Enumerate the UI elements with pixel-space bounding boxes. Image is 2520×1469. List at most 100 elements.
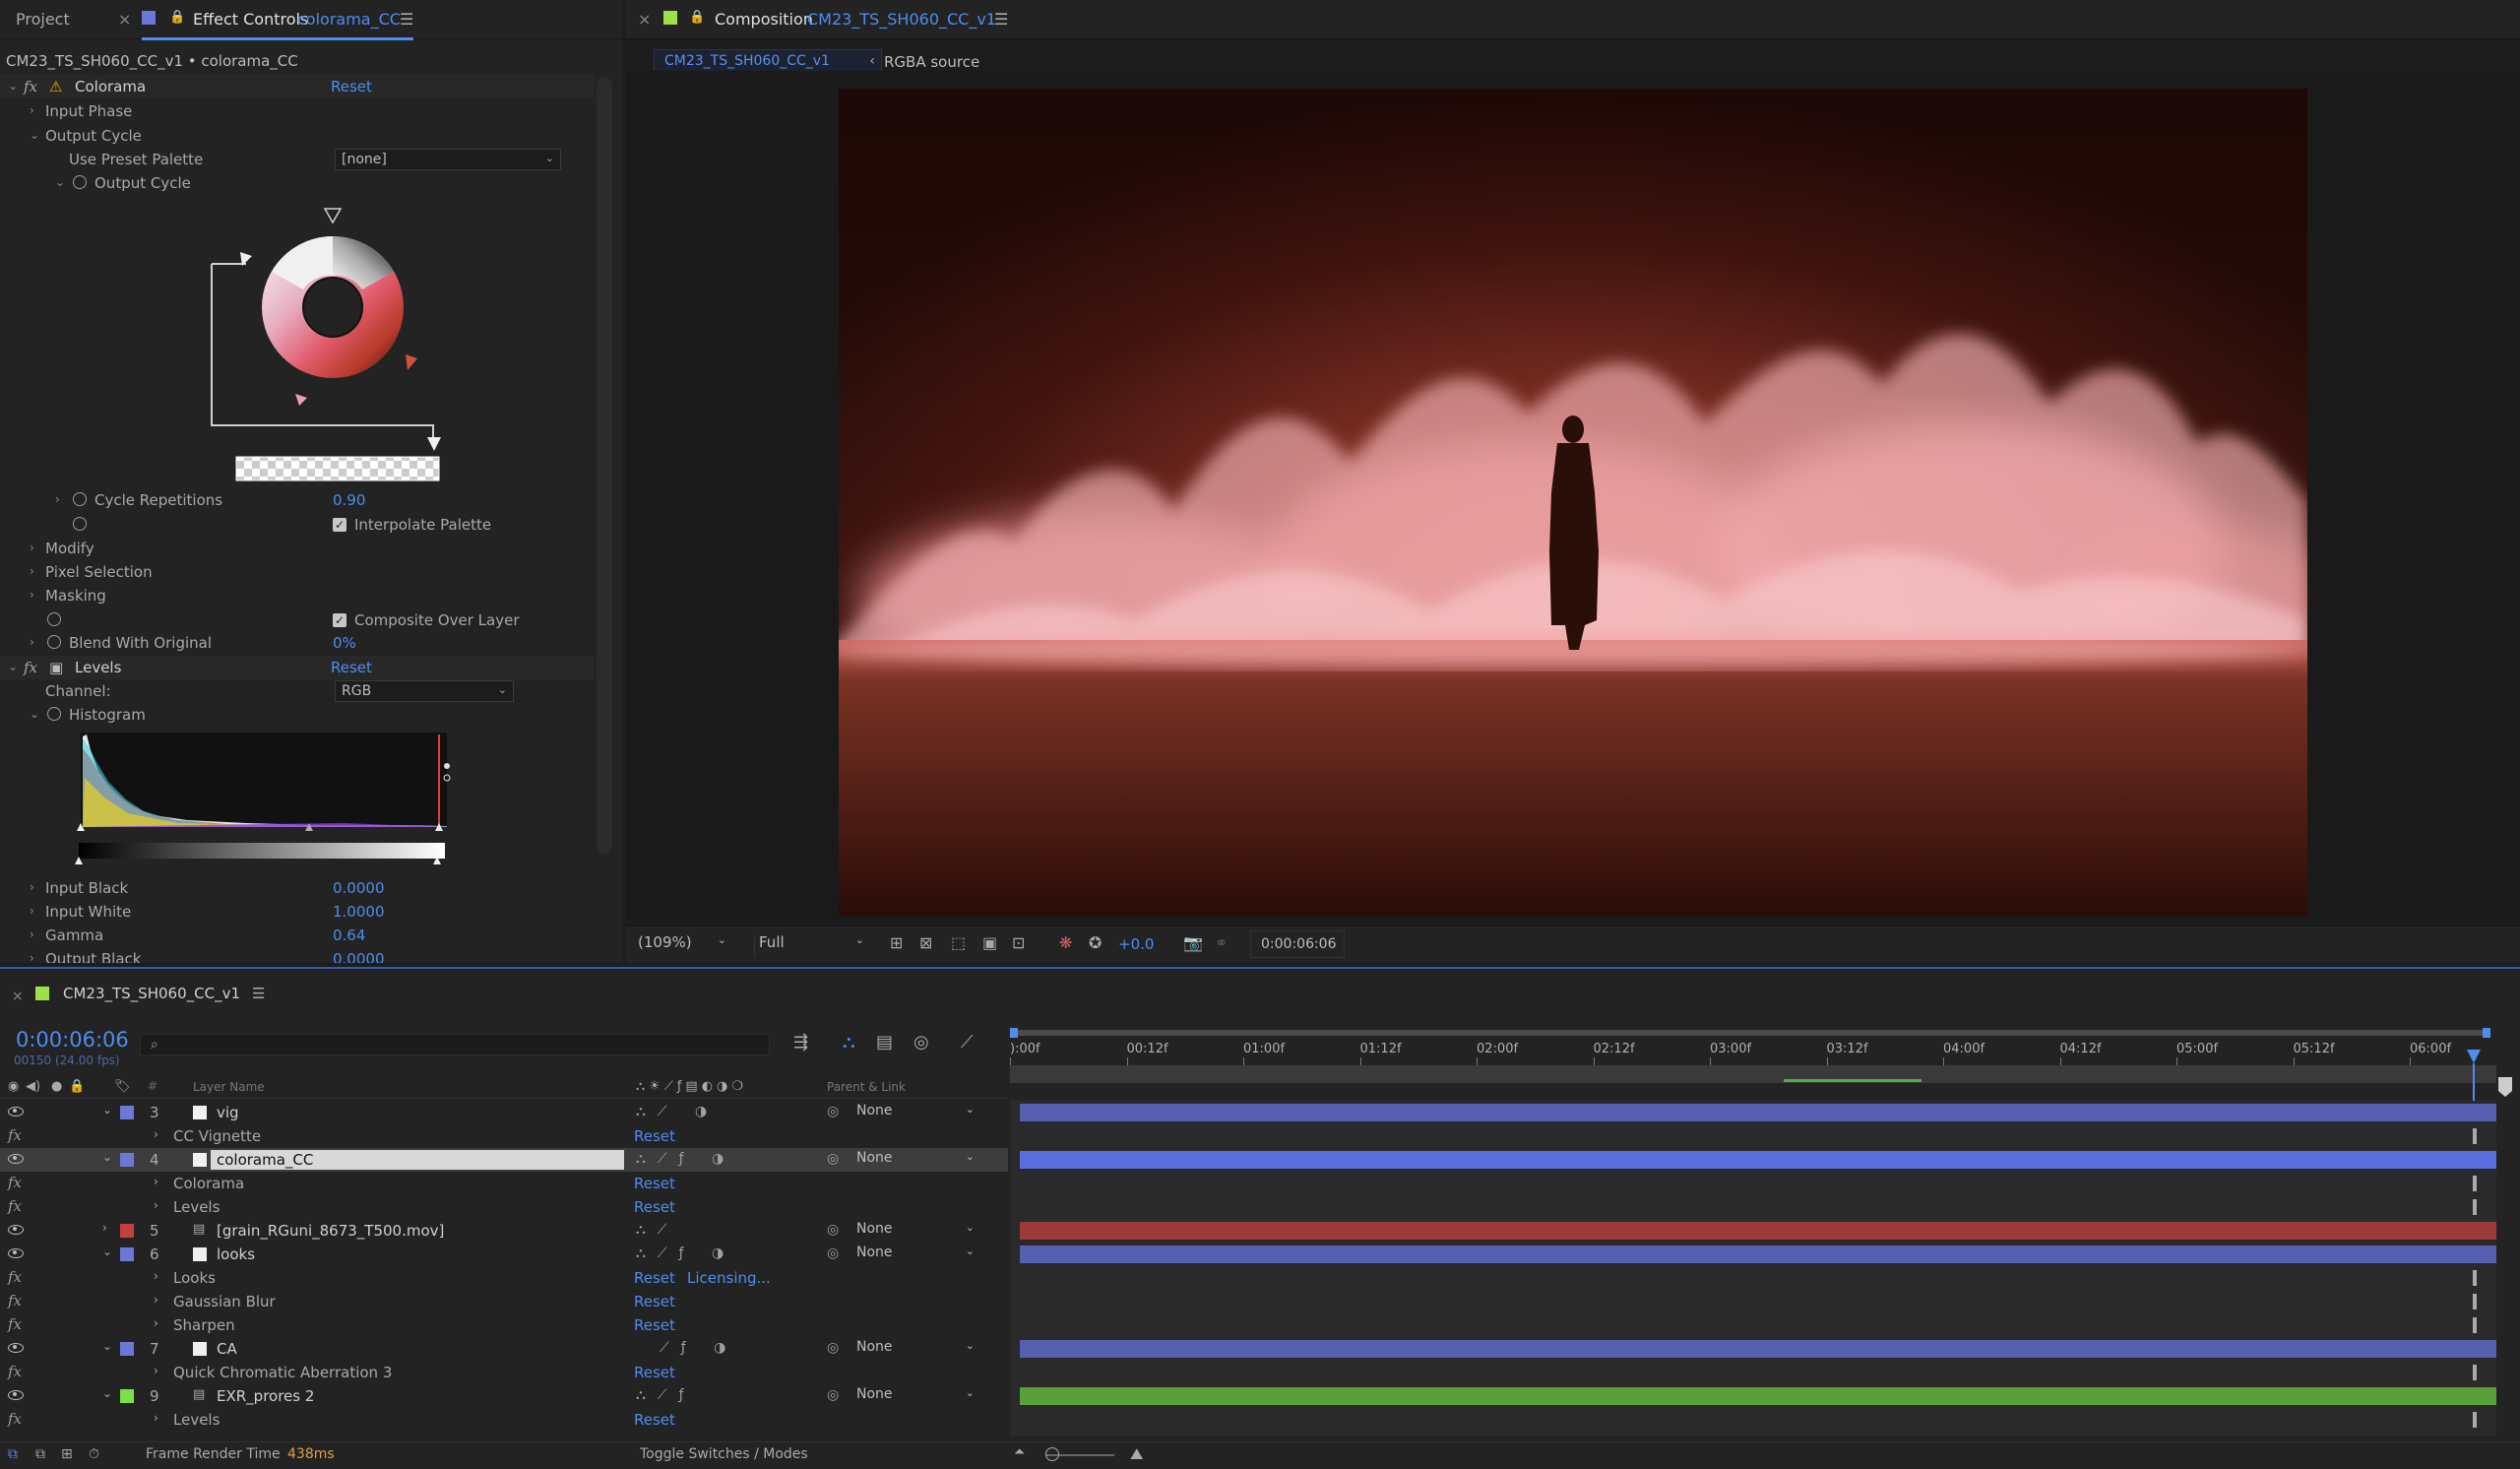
param-output-cycle[interactable]: ⌄ Output Cycle [0,124,595,148]
effect-row-gaussian-blur[interactable]: fx › Gaussian Blur Reset [0,1290,1008,1313]
keyframe-marker[interactable] [2473,1412,2477,1428]
chevron-right-icon[interactable]: › [30,103,34,117]
layer-name[interactable]: vig [217,1104,239,1121]
composition-frame-image[interactable] [839,89,2307,916]
ec-scrollbar[interactable] [597,77,612,855]
preset-palette-dropdown[interactable]: [none] ⌄ [335,149,561,170]
param-histogram[interactable]: ⌄ Histogram [0,703,595,727]
effect-row-sharpen[interactable]: fx › Sharpen Reset [0,1313,1008,1337]
grid-guides-icon[interactable]: ⊡ [1012,933,1025,952]
reset-button[interactable]: Reset [634,1364,675,1381]
layer-search-input[interactable]: ⌕ [140,1034,770,1055]
pickwhip-icon[interactable]: ◎ [827,1340,839,1356]
keyframe-marker[interactable] [2473,1128,2477,1144]
output-cycle-wheel[interactable] [197,201,453,486]
zoom-out-icon[interactable]: ⏶ [1014,1444,1025,1460]
chevron-down-icon[interactable]: ⌄ [102,1386,112,1400]
chevron-right-icon[interactable]: › [154,1198,158,1212]
layer-name[interactable]: [grain_RGuni_8673_T500.mov] [217,1222,444,1240]
fx-icon[interactable]: fx [8,1363,22,1380]
eye-icon[interactable] [8,1154,24,1164]
label-icon[interactable]: 🏷 [114,1079,131,1094]
param-cycle-repetitions[interactable]: › Cycle Repetitions 0.90 [0,488,595,512]
parent-dropdown[interactable]: None ⌄ [856,1386,978,1406]
effect-row-looks[interactable]: fx › Looks Reset Licensing... [0,1266,1008,1290]
effect-row-quick-chromatic[interactable]: fx › Quick Chromatic Aberration 3 Reset [0,1361,1008,1384]
track-bar-vig[interactable] [1020,1104,2496,1121]
layer-name[interactable]: EXR_prores 2 [217,1387,314,1405]
reset-button[interactable]: Reset [331,78,372,96]
chevron-down-icon[interactable]: ⌄ [8,79,18,93]
timeline-comp-tab[interactable]: CM23_TS_SH060_CC_v1 [63,985,240,1002]
licensing-link[interactable]: Licensing... [687,1269,771,1287]
param-composite-over-layer[interactable]: ✓ Composite Over Layer [0,608,595,632]
frame-blending-icon[interactable]: ▤ [876,1032,893,1053]
param-value[interactable]: 0.0000 [333,879,385,897]
layer-switches[interactable]: ⛬⟋ƒ [636,1387,696,1403]
tab-composition[interactable]: Composition [715,10,813,29]
levels-histogram[interactable] [69,729,463,866]
work-area-start[interactable] [1010,1028,1018,1038]
parent-dropdown[interactable]: None ⌄ [856,1150,978,1170]
parent-dropdown[interactable]: None ⌄ [856,1103,978,1122]
layer-name-column[interactable]: Layer Name [193,1080,265,1094]
pickwhip-icon[interactable]: ◎ [827,1104,839,1119]
track-bar-colorama-cc[interactable] [1020,1151,2496,1169]
work-area-bar[interactable] [1010,1030,2490,1036]
stopwatch-icon[interactable] [47,612,61,626]
chevron-down-icon[interactable]: ⌄ [30,128,39,142]
layer-name[interactable]: looks [217,1245,255,1263]
fx-icon[interactable]: fx [8,1410,22,1428]
chevron-right-icon[interactable]: › [154,1411,158,1425]
close-icon[interactable]: × [12,989,24,1004]
panel-menu-icon[interactable]: ☰ [252,985,265,1002]
transparency-grid-icon[interactable]: ⊠ [919,933,932,952]
time-ruler[interactable]: ):00f 00:12f 01:00f 01:12f 02:00f 02:12f 03:00… [1010,1028,2496,1099]
label-color[interactable] [120,1106,134,1119]
label-color[interactable] [120,1153,134,1167]
mask-visibility-icon[interactable]: ▣ [982,933,997,952]
layer-switches[interactable]: ⟋ƒ ◑ [660,1340,737,1356]
chevron-right-icon[interactable]: › [154,1364,158,1377]
param-value[interactable]: 1.0000 [333,903,385,921]
fx-icon[interactable]: fx [8,1315,22,1333]
interpolate-checkbox[interactable]: ✓ [333,518,346,532]
stopwatch-icon[interactable] [47,707,61,721]
eye-icon[interactable]: ◉ [8,1079,19,1094]
pickwhip-icon[interactable]: ◎ [827,1245,839,1261]
keyframe-marker[interactable] [2473,1365,2477,1380]
param-input-phase[interactable]: › Input Phase [0,99,595,123]
layer-switches[interactable]: ⛬⟋ƒ ◑ [636,1245,735,1261]
layer-switches[interactable]: ⛬⟋ƒ ◑ [636,1151,735,1167]
tab-composition-name[interactable]: CM23_TS_SH060_CC_v1 [807,10,996,29]
show-snapshot-icon[interactable]: ⚭ [1215,933,1228,952]
param-interpolate-palette[interactable]: ✓ Interpolate Palette [0,513,595,537]
effect-colorama[interactable]: ⌄ fx ⚠ Colorama Reset [0,75,595,98]
motion-blur-icon[interactable]: ◎ [914,1032,929,1053]
panel-menu-icon[interactable]: ☰ [994,10,1008,29]
tab-project[interactable]: Project [16,10,70,29]
close-icon[interactable]: × [118,10,131,29]
track-bar-ca[interactable] [1020,1340,2496,1358]
solo-icon[interactable]: ● [51,1079,62,1094]
chevron-right-icon[interactable]: › [154,1175,158,1188]
layer-name[interactable]: colorama_CC [211,1150,624,1170]
parent-link-column[interactable]: Parent & Link [827,1080,906,1094]
keyframe-marker[interactable] [2473,1294,2477,1309]
reset-button[interactable]: Reset [634,1127,675,1145]
audio-icon[interactable]: ◀) [26,1079,40,1094]
layer-row-ca[interactable]: ⌄ 7 CA ⟋ƒ ◑ ◎ None ⌄ [0,1337,1008,1361]
chevron-down-icon[interactable]: ⌄ [102,1103,112,1117]
chevron-right-icon[interactable]: › [154,1316,158,1330]
eye-icon[interactable] [8,1343,24,1353]
pickwhip-icon[interactable]: ◎ [827,1222,839,1238]
param-value[interactable]: 0% [333,634,356,652]
region-of-interest-icon[interactable]: ⬚ [951,933,966,952]
panel-menu-icon[interactable]: ☰ [400,10,413,29]
parent-dropdown[interactable]: None ⌄ [856,1339,978,1359]
keyframe-marker[interactable] [2473,1199,2477,1215]
param-gamma[interactable]: › Gamma 0.64 [0,924,595,947]
stopwatch-icon[interactable] [73,492,87,506]
layer-switches-toggle-icon[interactable]: ⧉ [8,1446,18,1462]
render-time-icon[interactable]: ⏱ [89,1446,99,1462]
